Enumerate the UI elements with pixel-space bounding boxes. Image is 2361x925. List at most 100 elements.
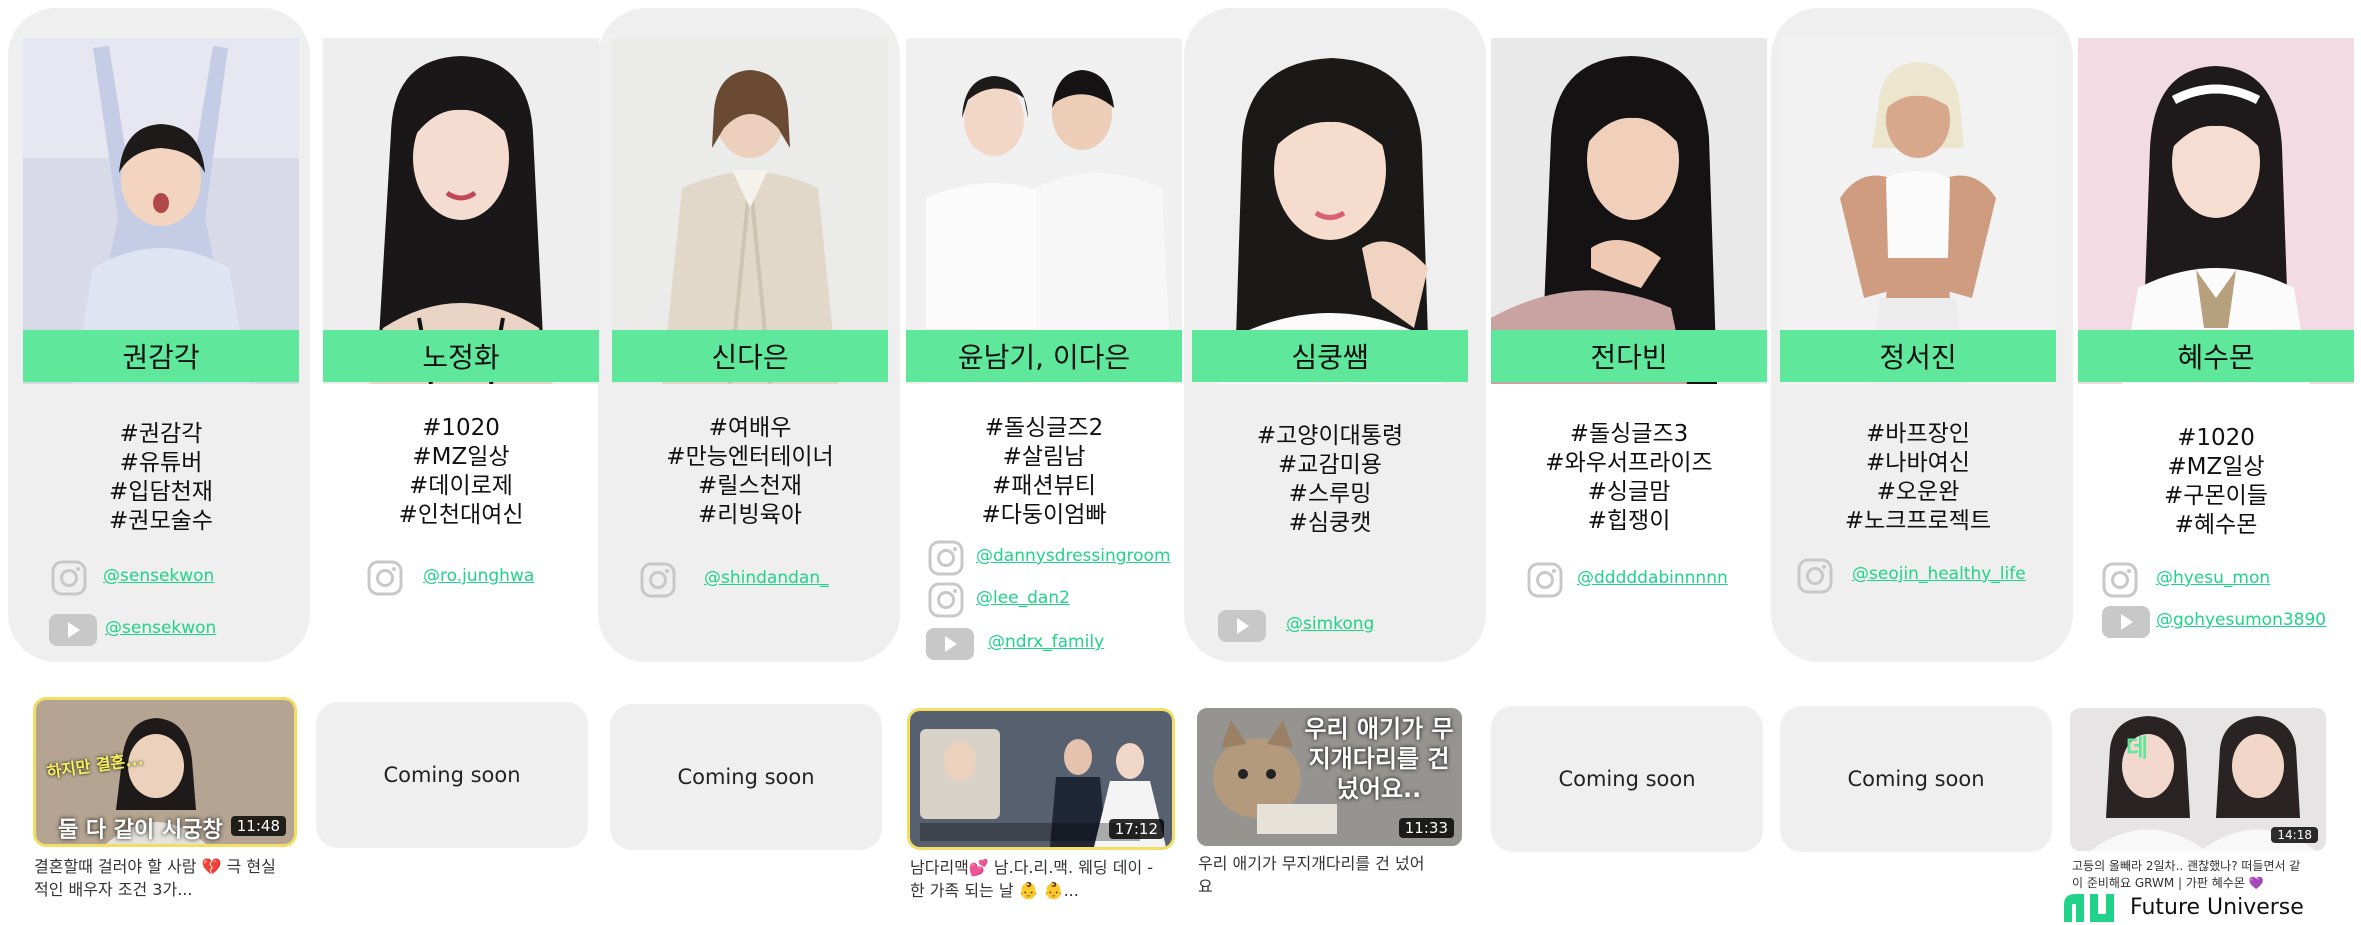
instagram-icon bbox=[928, 582, 964, 618]
creator-name: 정서진 bbox=[1780, 330, 2056, 382]
video-caption[interactable]: 남다리맥💕 남.다.리.맥. 웨딩 데이 - 한 가족 되는 날 👶 👶... bbox=[910, 856, 1154, 902]
instagram-handle[interactable]: @seojin_healthy_life bbox=[1852, 564, 2026, 584]
hashtag: #여배우 bbox=[708, 415, 792, 441]
coming-soon-card[interactable]: Coming soon bbox=[1491, 706, 1763, 852]
hashtag: #리빙육아 bbox=[698, 502, 802, 528]
youtube-handle[interactable]: @sensekwon bbox=[105, 618, 216, 638]
creator-tags: #1020 #MZ일상 #구몬이들 #혜수몬 bbox=[2078, 424, 2354, 540]
hashtag: #교감미용 bbox=[1278, 452, 1382, 478]
brand-logo-text: Future Universe bbox=[2130, 894, 2304, 920]
video-duration: 14:18 bbox=[2271, 827, 2318, 843]
video-caption[interactable]: 우리 애기가 무지개다리를 건 넜어요 bbox=[1198, 852, 1434, 898]
video-thumbnail[interactable]: 하지만 결혼... 둘 다 같이 시궁창 11:48 bbox=[36, 700, 294, 844]
hashtag: #싱글맘 bbox=[1587, 479, 1671, 505]
hashtag: #다둥이엄빠 bbox=[981, 502, 1107, 528]
brand-logo-icon bbox=[2064, 894, 2114, 922]
video-duration: 11:33 bbox=[1398, 818, 1454, 838]
hashtag: #권감각 bbox=[119, 421, 203, 447]
creator-tags: #권감각 #유튜버 #입담천재 #권모술수 bbox=[23, 420, 299, 536]
youtube-handle[interactable]: @ndrx_family bbox=[988, 632, 1104, 652]
hashtag: #데이로제 bbox=[409, 473, 513, 499]
video-overlay-title: 데 bbox=[2126, 734, 2149, 762]
instagram-icon bbox=[640, 562, 676, 598]
creator-name: 신다은 bbox=[612, 330, 888, 382]
creator-tags: #1020 #MZ일상 #데이로제 #인천대여신 bbox=[323, 414, 599, 530]
video-overlay-title: 둘 다 같이 시궁창 bbox=[58, 818, 223, 843]
hashtag: #패션뷰티 bbox=[992, 473, 1096, 499]
hashtag: #돌싱글즈2 bbox=[984, 415, 1104, 441]
instagram-icon bbox=[1797, 558, 1833, 594]
creator-tags: #여배우 #만능엔터테이너 #릴스천재 #리빙육아 bbox=[612, 414, 888, 530]
instagram-icon bbox=[2102, 562, 2138, 598]
coming-soon-card[interactable]: Coming soon bbox=[316, 702, 588, 848]
youtube-link[interactable]: @gohyesumon3890 bbox=[2078, 602, 2354, 642]
instagram-handle[interactable]: @hyesu_mon bbox=[2156, 568, 2270, 588]
instagram-icon bbox=[367, 560, 403, 596]
coming-soon-card[interactable]: Coming soon bbox=[610, 704, 882, 850]
hashtag: #입담천재 bbox=[109, 479, 213, 505]
youtube-icon bbox=[926, 628, 974, 660]
youtube-link[interactable]: @ndrx_family bbox=[906, 624, 1182, 664]
creator-name: 권감각 bbox=[23, 330, 299, 382]
coming-soon-card[interactable]: Coming soon bbox=[1780, 706, 2052, 852]
hashtag: #1020 bbox=[2177, 425, 2255, 451]
video-thumbnail[interactable]: 우리 애기가 무지개다리를 건넜어요.. 11:33 bbox=[1197, 708, 1462, 846]
youtube-link[interactable]: @sensekwon bbox=[23, 610, 299, 650]
creator-tags: #돌싱글즈2 #살림남 #패션뷰티 #다둥이엄빠 bbox=[906, 414, 1182, 530]
instagram-icon bbox=[928, 540, 964, 576]
creator-name: 혜수몬 bbox=[2078, 330, 2354, 382]
instagram-link[interactable]: @dddddabinnnnn bbox=[1491, 560, 1767, 600]
instagram-link[interactable]: @hyesu_mon bbox=[2078, 560, 2354, 600]
hashtag: #구몬이들 bbox=[2164, 483, 2268, 509]
hashtag: #인천대여신 bbox=[398, 502, 524, 528]
hashtag: #노크프로젝트 bbox=[1844, 508, 1992, 534]
hashtag: #돌싱글즈3 bbox=[1569, 421, 1689, 447]
instagram-icon bbox=[1527, 562, 1563, 598]
instagram-handle[interactable]: @dddddabinnnnn bbox=[1577, 568, 1728, 588]
instagram-handle[interactable]: @lee_dan2 bbox=[976, 588, 1070, 608]
video-thumbnail[interactable]: 데 14:18 bbox=[2070, 708, 2326, 851]
instagram-handle[interactable]: @dannysdressingroom bbox=[976, 546, 1171, 566]
hashtag: #혜수몬 bbox=[2174, 512, 2258, 538]
instagram-link[interactable]: @lee_dan2 bbox=[906, 580, 1182, 620]
youtube-icon bbox=[49, 614, 97, 646]
hashtag: #힙쟁이 bbox=[1587, 508, 1671, 534]
instagram-link[interactable]: @dannysdressingroom bbox=[906, 538, 1182, 578]
hashtag: #살림남 bbox=[1002, 444, 1086, 470]
video-overlay-title: 우리 애기가 무지개다리를 건넜어요.. bbox=[1304, 715, 1454, 803]
creator-name: 윤남기, 이다은 bbox=[906, 330, 1182, 382]
hashtag: #1020 bbox=[422, 415, 500, 441]
creator-tags: #돌싱글즈3 #와우서프라이즈 #싱글맘 #힙쟁이 bbox=[1491, 420, 1767, 536]
hashtag: #만능엔터테이너 bbox=[666, 444, 834, 470]
hashtag: #고양이대통령 bbox=[1256, 423, 1404, 449]
hashtag: #MZ일상 bbox=[412, 444, 510, 470]
youtube-link[interactable]: @simkong bbox=[1192, 606, 1468, 646]
creator-name: 심쿵쌤 bbox=[1192, 330, 1468, 382]
youtube-handle[interactable]: @gohyesumon3890 bbox=[2156, 610, 2326, 630]
youtube-icon bbox=[1218, 610, 1266, 642]
youtube-handle[interactable]: @simkong bbox=[1286, 614, 1374, 634]
brand-logo: Future Universe bbox=[2062, 892, 2304, 922]
hashtag: #릴스천재 bbox=[698, 473, 802, 499]
creator-name: 노정화 bbox=[323, 330, 599, 382]
creator-name: 전다빈 bbox=[1491, 330, 1767, 382]
instagram-link[interactable]: @ro.junghwa bbox=[323, 558, 599, 598]
instagram-link[interactable]: @seojin_healthy_life bbox=[1780, 556, 2056, 596]
creator-tags: #고양이대통령 #교감미용 #스루밍 #심쿵캣 bbox=[1192, 422, 1468, 538]
instagram-link[interactable]: @sensekwon bbox=[23, 558, 299, 598]
hashtag: #와우서프라이즈 bbox=[1545, 450, 1713, 476]
hashtag: #심쿵캣 bbox=[1288, 510, 1372, 536]
video-caption[interactable]: 결혼할때 걸러야 할 사람 💔 극 현실적인 배우자 조건 3가... bbox=[34, 855, 278, 901]
video-caption[interactable]: 고등의 올빼라 2일차.. 괜찮했나? 떠들면서 같이 준비해요 GRWM | … bbox=[2072, 858, 2308, 892]
hashtag: #유튜버 bbox=[119, 450, 203, 476]
video-duration: 17:12 bbox=[1108, 819, 1164, 839]
instagram-handle[interactable]: @sensekwon bbox=[103, 566, 214, 586]
instagram-handle[interactable]: @shindandan_ bbox=[704, 568, 829, 588]
creator-tags: #바프장인 #나바여신 #오운완 #노크프로젝트 bbox=[1780, 420, 2056, 536]
video-thumbnail[interactable]: 17:12 bbox=[910, 711, 1172, 847]
hashtag: #바프장인 bbox=[1866, 421, 1970, 447]
instagram-link[interactable]: @shindandan_ bbox=[612, 560, 888, 600]
instagram-icon bbox=[51, 560, 87, 596]
hashtag: #MZ일상 bbox=[2167, 454, 2265, 480]
instagram-handle[interactable]: @ro.junghwa bbox=[423, 566, 534, 586]
